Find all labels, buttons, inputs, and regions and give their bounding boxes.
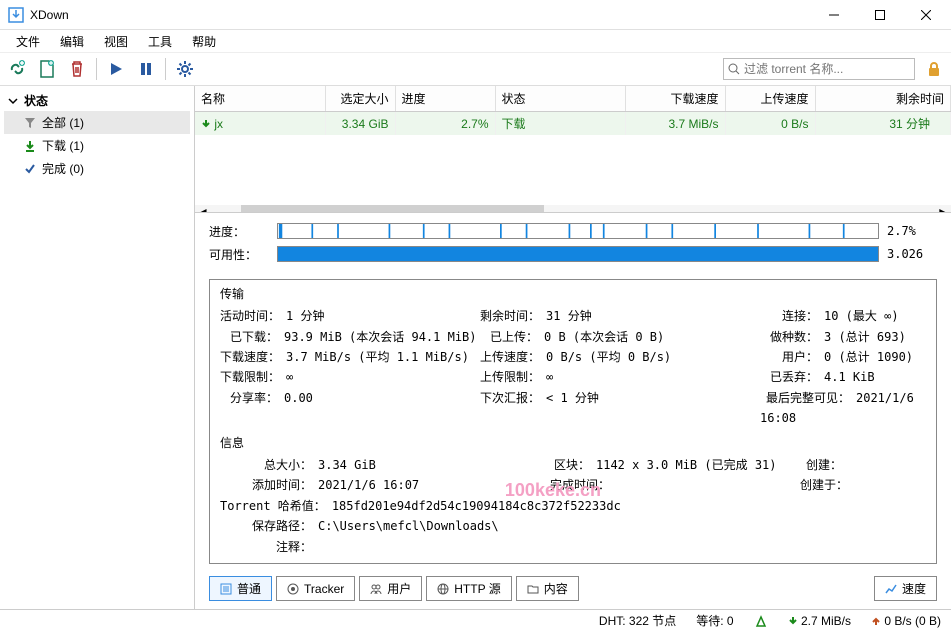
- tab-general[interactable]: 普通: [209, 576, 272, 601]
- add-file-button[interactable]: [36, 58, 58, 80]
- status-ul: 0 B/s (0 B): [871, 614, 941, 628]
- lock-button[interactable]: [923, 58, 945, 80]
- grid-header-row: 名称 选定大小 进度 状态 下载速度 上传速度 剩余时间: [195, 86, 951, 112]
- col-progress[interactable]: 进度: [395, 86, 495, 112]
- users-icon: [370, 583, 382, 595]
- status-dht: DHT: 322 节点: [599, 612, 676, 629]
- start-button[interactable]: [105, 58, 127, 80]
- progress-bar: [277, 223, 879, 239]
- sidebar-item-downloading[interactable]: 下载 (1): [4, 134, 190, 157]
- app-icon: [8, 7, 24, 23]
- torrent-grid: 名称 选定大小 进度 状态 下载速度 上传速度 剩余时间 jx 3.34 GiB…: [195, 86, 951, 213]
- maximize-button[interactable]: [857, 0, 903, 30]
- tab-tracker[interactable]: Tracker: [276, 576, 355, 601]
- titlebar: XDown: [0, 0, 951, 30]
- status-dl: 2.7 MiB/s: [788, 614, 851, 628]
- menu-view[interactable]: 视图: [94, 30, 138, 52]
- check-icon: [24, 163, 36, 175]
- detail-tabs: 普通 Tracker 用户 HTTP 源 内容 速度: [195, 572, 951, 609]
- toolbar: [0, 52, 951, 86]
- download-icon: [24, 140, 36, 152]
- table-row[interactable]: jx 3.34 GiB 2.7% 下载 3.7 MiB/s 0 B/s 31 分…: [195, 112, 951, 136]
- tab-content[interactable]: 内容: [516, 576, 579, 601]
- info-header: 信息: [220, 433, 926, 453]
- globe-icon: [437, 583, 449, 595]
- delete-button[interactable]: [66, 58, 88, 80]
- status-net-icon: [754, 615, 768, 627]
- tab-speed[interactable]: 速度: [874, 576, 937, 601]
- availability-value: 3.026: [887, 247, 937, 261]
- folder-icon: [527, 583, 539, 595]
- col-upspeed[interactable]: 上传速度: [725, 86, 815, 112]
- sidebar-header[interactable]: 状态: [4, 90, 190, 111]
- col-name[interactable]: 名称: [195, 86, 325, 112]
- status-wait: 等待: 0: [696, 612, 733, 629]
- availability-bar: [277, 246, 879, 262]
- sidebar-item-completed[interactable]: 完成 (0): [4, 157, 190, 180]
- progress-label: 进度：: [209, 223, 269, 240]
- minimize-button[interactable]: [811, 0, 857, 30]
- availability-label: 可用性：: [209, 246, 269, 263]
- col-eta[interactable]: 剩余时间: [815, 86, 951, 112]
- chevron-down-icon: [8, 96, 18, 106]
- main: 名称 选定大小 进度 状态 下载速度 上传速度 剩余时间 jx 3.34 GiB…: [195, 86, 951, 609]
- pause-button[interactable]: [135, 58, 157, 80]
- filter-icon: [24, 117, 36, 129]
- add-link-button[interactable]: [6, 58, 28, 80]
- info-icon: [220, 583, 232, 595]
- chart-icon: [885, 583, 897, 595]
- col-dlspeed[interactable]: 下载速度: [625, 86, 725, 112]
- grid-scrollbar[interactable]: ◄►: [195, 205, 951, 213]
- settings-button[interactable]: [174, 58, 196, 80]
- statusbar: DHT: 322 节点 等待: 0 2.7 MiB/s 0 B/s (0 B): [0, 609, 951, 631]
- tracker-icon: [287, 583, 299, 595]
- menu-edit[interactable]: 编辑: [50, 30, 94, 52]
- tab-http[interactable]: HTTP 源: [426, 576, 511, 601]
- col-size[interactable]: 选定大小: [325, 86, 395, 112]
- download-icon: [201, 119, 211, 129]
- search-icon: [728, 63, 740, 75]
- progress-panel: 进度：: [195, 213, 951, 275]
- filter-input[interactable]: [744, 62, 910, 76]
- tab-peers[interactable]: 用户: [359, 576, 422, 601]
- window-title: XDown: [30, 8, 811, 22]
- menu-help[interactable]: 帮助: [182, 30, 226, 52]
- menu-file[interactable]: 文件: [6, 30, 50, 52]
- menu-tools[interactable]: 工具: [138, 30, 182, 52]
- progress-value: 2.7%: [887, 224, 937, 238]
- sidebar-item-all[interactable]: 全部 (1): [4, 111, 190, 134]
- close-button[interactable]: [903, 0, 949, 30]
- col-status[interactable]: 状态: [495, 86, 625, 112]
- menubar: 文件 编辑 视图 工具 帮助: [0, 30, 951, 52]
- sidebar: 状态 全部 (1) 下载 (1) 完成 (0): [0, 86, 195, 609]
- info-panel: 传输 活动时间：1 分钟 剩余时间：31 分钟 连接：10 (最大 ∞) 已下载…: [209, 279, 937, 564]
- filter-box[interactable]: [723, 58, 915, 80]
- transfer-header: 传输: [220, 284, 926, 304]
